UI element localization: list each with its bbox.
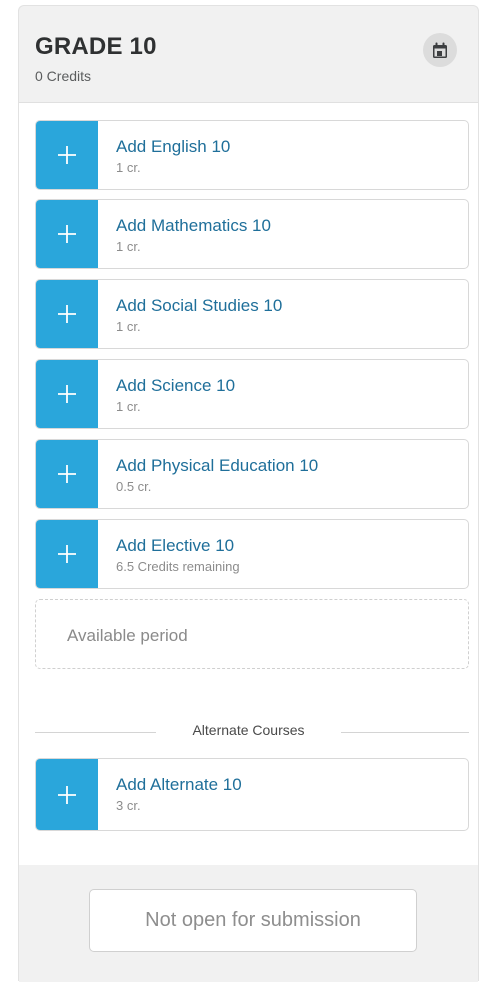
available-period-label: Available period [67, 626, 188, 645]
submit-button[interactable]: Not open for submission [89, 889, 417, 952]
course-credits: 1 cr. [116, 160, 141, 175]
alternate-courses-heading: Alternate Courses [192, 722, 305, 738]
course-credits: 1 cr. [116, 319, 141, 334]
add-english-10-card[interactable]: Add English 10 1 cr. [35, 120, 469, 190]
add-science-10-card[interactable]: Add Science 10 1 cr. [35, 359, 469, 429]
grade-credits: 0 Credits [35, 68, 92, 84]
course-title: Add Mathematics 10 [116, 216, 271, 235]
add-alternate-10-card[interactable]: Add Alternate 10 3 cr. [35, 758, 469, 831]
course-credits: 1 cr. [116, 239, 141, 254]
calendar-icon [433, 42, 447, 58]
plus-icon [58, 465, 76, 483]
course-title: Add Alternate 10 [116, 775, 242, 794]
course-list: Add English 10 1 cr. Add Mathematics 10 … [19, 103, 478, 865]
add-button[interactable] [36, 759, 98, 830]
add-elective-10-card[interactable]: Add Elective 10 6.5 Credits remaining [35, 519, 469, 589]
course-title: Add Science 10 [116, 376, 236, 395]
divider-right [341, 732, 469, 733]
add-social-studies-10-card[interactable]: Add Social Studies 10 1 cr. [35, 279, 469, 349]
course-title: Add Physical Education 10 [116, 456, 319, 475]
plus-icon [58, 146, 76, 164]
course-credits: 6.5 Credits remaining [116, 559, 240, 574]
course-title: Add Elective 10 [116, 536, 235, 555]
add-physical-education-10-card[interactable]: Add Physical Education 10 0.5 cr. [35, 439, 469, 509]
plus-icon [58, 385, 76, 403]
available-period-slot[interactable]: Available period [35, 599, 469, 669]
submission-footer: Not open for submission [19, 865, 478, 982]
grade-panel: GRADE 10 0 Credits Add English 10 1 cr. [18, 5, 479, 982]
add-button[interactable] [36, 200, 98, 268]
course-credits: 1 cr. [116, 399, 141, 414]
plus-icon [58, 225, 76, 243]
add-button[interactable] [36, 121, 98, 189]
add-mathematics-10-card[interactable]: Add Mathematics 10 1 cr. [35, 199, 469, 269]
course-title: Add English 10 [116, 137, 231, 156]
grade-title: GRADE 10 [35, 33, 157, 60]
grade-header: GRADE 10 0 Credits [19, 6, 478, 103]
add-button[interactable] [36, 360, 98, 428]
course-credits: 3 cr. [116, 798, 141, 813]
course-credits: 0.5 cr. [116, 479, 152, 494]
plus-icon [58, 545, 76, 563]
plus-icon [58, 785, 76, 804]
add-button[interactable] [36, 280, 98, 348]
add-button[interactable] [36, 440, 98, 508]
plus-icon [58, 305, 76, 323]
course-title: Add Social Studies 10 [116, 296, 283, 315]
add-button[interactable] [36, 520, 98, 588]
calendar-button[interactable] [423, 33, 457, 67]
